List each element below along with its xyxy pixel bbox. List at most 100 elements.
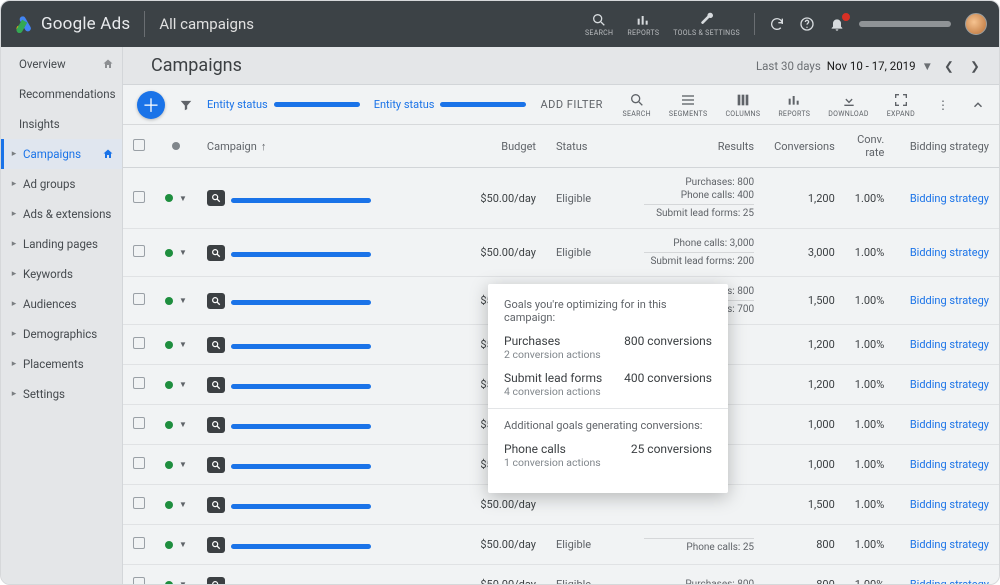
filter-chip-entity-status-2[interactable]: Entity status (374, 98, 527, 111)
status-toggle[interactable]: ▼ (165, 500, 187, 509)
date-range-picker[interactable]: Last 30 days Nov 10 - 17, 2019 ▼ ❮ ❯ (756, 56, 985, 76)
row-checkbox[interactable] (133, 537, 145, 549)
preview-icon[interactable] (207, 417, 225, 433)
preview-icon[interactable] (207, 497, 225, 513)
budget-cell[interactable]: $50.00/day (470, 168, 546, 229)
avatar-button[interactable] (965, 13, 987, 35)
bidding-strategy-link[interactable]: Bidding strategy (910, 538, 989, 551)
sidebar-item-audiences[interactable]: ▸Audiences (1, 289, 122, 319)
column-results[interactable]: Results (718, 140, 754, 153)
status-toggle[interactable]: ▼ (165, 540, 187, 549)
select-all-checkbox[interactable] (133, 139, 145, 151)
sidebar-item-campaigns[interactable]: ▸Campaigns (1, 139, 122, 169)
status-toggle[interactable]: ▼ (165, 296, 187, 305)
campaign-name-link[interactable] (231, 544, 371, 549)
column-status[interactable]: Status (556, 140, 587, 153)
bidding-strategy-link[interactable]: Bidding strategy (910, 458, 989, 471)
status-toggle[interactable]: ▼ (165, 194, 187, 203)
bidding-strategy-link[interactable]: Bidding strategy (910, 192, 989, 205)
row-checkbox[interactable] (133, 293, 145, 305)
preview-icon[interactable] (207, 190, 225, 206)
expand-button[interactable]: EXPAND (887, 92, 915, 118)
campaign-name-link[interactable] (231, 252, 371, 257)
budget-cell[interactable]: $50.00/day (470, 565, 546, 584)
column-conv-rate[interactable]: Conv. rate (857, 133, 884, 159)
budget-cell[interactable]: $50.00/day (470, 525, 546, 565)
campaign-name-link[interactable] (231, 198, 371, 203)
table-search-button[interactable]: SEARCH (623, 92, 651, 118)
bidding-strategy-link[interactable]: Bidding strategy (910, 498, 989, 511)
preview-icon[interactable] (207, 245, 225, 261)
sidebar-item-landing-pages[interactable]: ▸Landing pages (1, 229, 122, 259)
top-search-button[interactable]: SEARCH (585, 12, 613, 37)
row-checkbox[interactable] (133, 417, 145, 429)
table-row[interactable]: ▼$50.00/dayEligiblePhone calls: 258001.0… (123, 525, 999, 565)
bidding-strategy-link[interactable]: Bidding strategy (910, 246, 989, 259)
results-cell[interactable]: Purchases: 800 (615, 565, 764, 584)
bidding-strategy-link[interactable]: Bidding strategy (910, 378, 989, 391)
results-cell[interactable]: Phone calls: 3,000Submit lead forms: 200 (615, 229, 764, 277)
download-button[interactable]: DOWNLOAD (828, 92, 868, 118)
top-reports-button[interactable]: REPORTS (627, 12, 659, 37)
preview-icon[interactable] (207, 537, 225, 553)
status-toggle[interactable]: ▼ (165, 248, 187, 257)
date-prev-button[interactable]: ❮ (939, 56, 959, 76)
collapse-chart-button[interactable] (971, 98, 985, 112)
table-row[interactable]: ▼$50.00/dayEligiblePurchases: 800Phone c… (123, 168, 999, 229)
row-checkbox[interactable] (133, 457, 145, 469)
sidebar-item-ads-extensions[interactable]: ▸Ads & extensions (1, 199, 122, 229)
sidebar-item-settings[interactable]: ▸Settings (1, 379, 122, 409)
budget-cell[interactable]: $50.00/day (470, 229, 546, 277)
column-bidding[interactable]: Bidding strategy (910, 140, 989, 153)
scope-selector[interactable]: All campaigns (159, 15, 254, 33)
campaign-name-link[interactable] (231, 300, 371, 305)
row-checkbox[interactable] (133, 191, 145, 203)
campaign-name-link[interactable] (231, 424, 371, 429)
results-cell[interactable]: Purchases: 800Phone calls: 400Submit lea… (615, 168, 764, 229)
preview-icon[interactable] (207, 337, 225, 353)
sidebar-item-placements[interactable]: ▸Placements (1, 349, 122, 379)
bidding-strategy-link[interactable]: Bidding strategy (910, 418, 989, 431)
results-cell[interactable]: Phone calls: 25 (615, 525, 764, 565)
status-toggle[interactable]: ▼ (165, 460, 187, 469)
preview-icon[interactable] (207, 577, 225, 584)
table-row[interactable]: ▼$50.00/dayEligiblePhone calls: 3,000Sub… (123, 229, 999, 277)
status-toggle[interactable]: ▼ (165, 340, 187, 349)
status-toggle[interactable]: ▼ (165, 580, 187, 584)
column-conversions[interactable]: Conversions (774, 140, 835, 153)
add-filter-button[interactable]: ADD FILTER (540, 98, 602, 111)
new-campaign-button[interactable]: ＋ (137, 91, 165, 119)
help-button[interactable] (799, 16, 815, 32)
campaign-name-link[interactable] (231, 504, 371, 509)
preview-icon[interactable] (207, 377, 225, 393)
row-checkbox[interactable] (133, 337, 145, 349)
sidebar-item-insights[interactable]: Insights (1, 109, 122, 139)
status-toggle[interactable]: ▼ (165, 420, 187, 429)
date-next-button[interactable]: ❯ (965, 56, 985, 76)
sidebar-item-demographics[interactable]: ▸Demographics (1, 319, 122, 349)
bidding-strategy-link[interactable]: Bidding strategy (910, 338, 989, 351)
preview-icon[interactable] (207, 293, 225, 309)
column-budget[interactable]: Budget (501, 140, 536, 153)
more-options-button[interactable]: ⋮ (933, 98, 953, 112)
table-reports-button[interactable]: REPORTS (778, 92, 810, 118)
preview-icon[interactable] (207, 457, 225, 473)
filter-icon[interactable] (179, 98, 193, 112)
sidebar-item-overview[interactable]: Overview (1, 49, 122, 79)
campaign-name-link[interactable] (231, 344, 371, 349)
segments-button[interactable]: SEGMENTS (669, 92, 708, 118)
top-tools-button[interactable]: TOOLS & SETTINGS (673, 12, 740, 37)
sidebar-item-recommendations[interactable]: Recommendations (1, 79, 122, 109)
bidding-strategy-link[interactable]: Bidding strategy (910, 578, 989, 584)
sidebar-item-keywords[interactable]: ▸Keywords (1, 259, 122, 289)
row-checkbox[interactable] (133, 577, 145, 584)
column-campaign[interactable]: Campaign (207, 140, 257, 153)
sidebar-item-ad-groups[interactable]: ▸Ad groups (1, 169, 122, 199)
table-row[interactable]: ▼$50.00/dayEligiblePurchases: 8008001.00… (123, 565, 999, 584)
account-picker[interactable] (859, 21, 951, 27)
filter-chip-entity-status-1[interactable]: Entity status (207, 98, 360, 111)
row-checkbox[interactable] (133, 497, 145, 509)
columns-button[interactable]: COLUMNS (725, 92, 760, 118)
row-checkbox[interactable] (133, 377, 145, 389)
refresh-button[interactable] (769, 16, 785, 32)
